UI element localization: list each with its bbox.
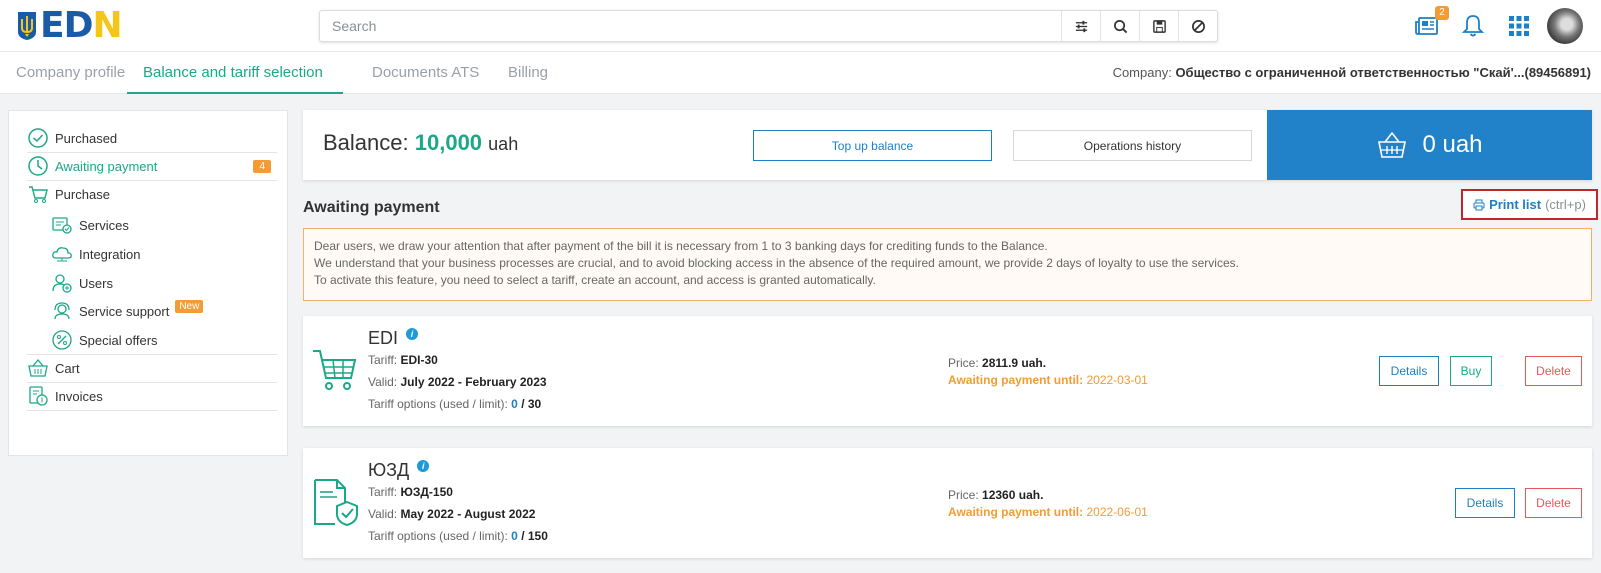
valid-period: May 2022 - August 2022 bbox=[400, 507, 536, 521]
sidebar-item-purchase[interactable]: Purchase bbox=[27, 183, 277, 205]
tab-documents-ats[interactable]: Documents ATS bbox=[372, 52, 479, 94]
printer-icon bbox=[1473, 199, 1485, 210]
company-info: Company: Общество с ограниченной ответст… bbox=[1112, 65, 1591, 80]
buy-button[interactable]: Buy bbox=[1450, 356, 1492, 386]
notifications-button[interactable] bbox=[1455, 8, 1491, 44]
print-list-button[interactable]: Print list (ctrl+p) bbox=[1461, 189, 1598, 220]
cart-icon bbox=[29, 186, 48, 203]
product-name: ЮЗД bbox=[368, 460, 410, 480]
user-avatar[interactable] bbox=[1547, 8, 1583, 44]
sidebar-item-invoices[interactable]: Invoices bbox=[27, 385, 277, 407]
search-icon bbox=[1113, 19, 1127, 33]
save-icon bbox=[1152, 19, 1166, 33]
sidebar-divider bbox=[27, 382, 277, 383]
info-icon[interactable]: i bbox=[406, 327, 419, 340]
details-button[interactable]: Details bbox=[1379, 356, 1439, 386]
delete-button[interactable]: Delete bbox=[1525, 488, 1582, 518]
product-card: ЮЗД i Tariff: ЮЗД-150 Valid: May 2022 - … bbox=[303, 448, 1592, 558]
shield-document-icon bbox=[314, 479, 358, 527]
tariff-name: EDI-30 bbox=[400, 353, 438, 367]
clock-icon bbox=[28, 156, 48, 176]
invoice-icon bbox=[29, 386, 48, 406]
tab-balance-and-tariff[interactable]: Balance and tariff selection bbox=[127, 52, 343, 94]
balance-card: Balance: 10,000 uah Top up balance Opera… bbox=[303, 110, 1592, 180]
cloud-icon bbox=[52, 247, 72, 262]
delete-button[interactable]: Delete bbox=[1525, 356, 1582, 386]
sidebar-divider bbox=[27, 180, 277, 181]
check-circle-icon bbox=[28, 128, 48, 148]
payment-notice: Dear users, we draw your attention that … bbox=[303, 228, 1592, 301]
tariff-name: ЮЗД-150 bbox=[400, 485, 453, 499]
sliders-icon bbox=[1075, 20, 1087, 32]
sidebar-divider bbox=[27, 152, 277, 153]
top-up-balance-button[interactable]: Top up balance bbox=[753, 130, 992, 161]
apps-menu-button[interactable] bbox=[1501, 8, 1537, 44]
operations-history-button[interactable]: Operations history bbox=[1013, 130, 1252, 161]
details-button[interactable]: Details bbox=[1455, 488, 1515, 518]
add-user-icon bbox=[52, 274, 72, 293]
basket-icon bbox=[28, 358, 48, 377]
grid-icon bbox=[1509, 16, 1529, 36]
basket-icon bbox=[1378, 131, 1407, 158]
new-badge: New bbox=[175, 299, 204, 313]
services-icon bbox=[52, 217, 72, 234]
sidebar-item-special-offers[interactable]: Special offers bbox=[51, 329, 277, 351]
await-date: 2022-06-01 bbox=[1086, 505, 1148, 519]
price-value: 2811.9 uah. bbox=[982, 356, 1047, 370]
balance-display: Balance: 10,000 uah bbox=[323, 130, 519, 155]
news-badge: 2 bbox=[1435, 6, 1449, 20]
cart-total: 0 uah bbox=[1422, 131, 1483, 158]
top-header: EDN 2 bbox=[0, 0, 1601, 52]
tab-billing[interactable]: Billing bbox=[508, 52, 548, 94]
block-icon bbox=[1191, 19, 1205, 33]
bell-icon bbox=[1461, 15, 1485, 37]
sidebar-item-cart[interactable]: Cart bbox=[27, 357, 277, 379]
search-input[interactable] bbox=[320, 11, 1061, 41]
balance-amount: 10,000 bbox=[414, 130, 483, 155]
await-date: 2022-03-01 bbox=[1086, 373, 1148, 387]
sidebar-item-users[interactable]: Users bbox=[51, 272, 277, 294]
headset-icon bbox=[54, 302, 70, 320]
filter-settings-button[interactable] bbox=[1061, 11, 1100, 41]
cart-total-button[interactable]: 0 uah bbox=[1267, 110, 1592, 180]
awaiting-count-badge: 4 bbox=[253, 159, 271, 173]
valid-period: July 2022 - February 2023 bbox=[400, 375, 547, 389]
percent-icon bbox=[52, 330, 72, 350]
news-button[interactable]: 2 bbox=[1409, 6, 1449, 44]
sidebar-item-purchased[interactable]: Purchased bbox=[27, 127, 277, 149]
info-icon[interactable]: i bbox=[417, 459, 430, 472]
edin-logo[interactable]: EDN bbox=[16, 8, 123, 44]
search-button[interactable] bbox=[1100, 11, 1139, 41]
company-name: Общество с ограниченной ответственностью… bbox=[1175, 65, 1591, 80]
sidebar-item-services[interactable]: Services bbox=[51, 214, 277, 236]
sidebar-divider bbox=[27, 410, 277, 411]
sidebar-item-integration[interactable]: Integration bbox=[51, 243, 277, 265]
sidebar-divider bbox=[27, 354, 277, 355]
search-bar bbox=[319, 10, 1218, 42]
shopping-cart-icon bbox=[313, 350, 357, 390]
product-card: EDI i Tariff: EDI-30 Valid: July 2022 - … bbox=[303, 316, 1592, 426]
sidebar-item-awaiting-payment[interactable]: Awaiting payment 4 bbox=[27, 155, 277, 177]
section-title: Awaiting payment bbox=[303, 199, 440, 216]
product-name: EDI bbox=[368, 328, 399, 348]
tab-company-profile[interactable]: Company profile bbox=[16, 52, 125, 94]
save-search-button[interactable] bbox=[1139, 11, 1178, 41]
price-value: 12360 uah. bbox=[982, 488, 1044, 502]
sidebar-item-service-support[interactable]: Service support New bbox=[51, 299, 277, 322]
clear-search-button[interactable] bbox=[1178, 11, 1217, 41]
sidebar: Purchased Awaiting payment 4 Purchase Se… bbox=[8, 110, 288, 456]
trident-icon bbox=[18, 12, 36, 40]
tabs-bar: Company profile Balance and tariff selec… bbox=[0, 52, 1601, 94]
